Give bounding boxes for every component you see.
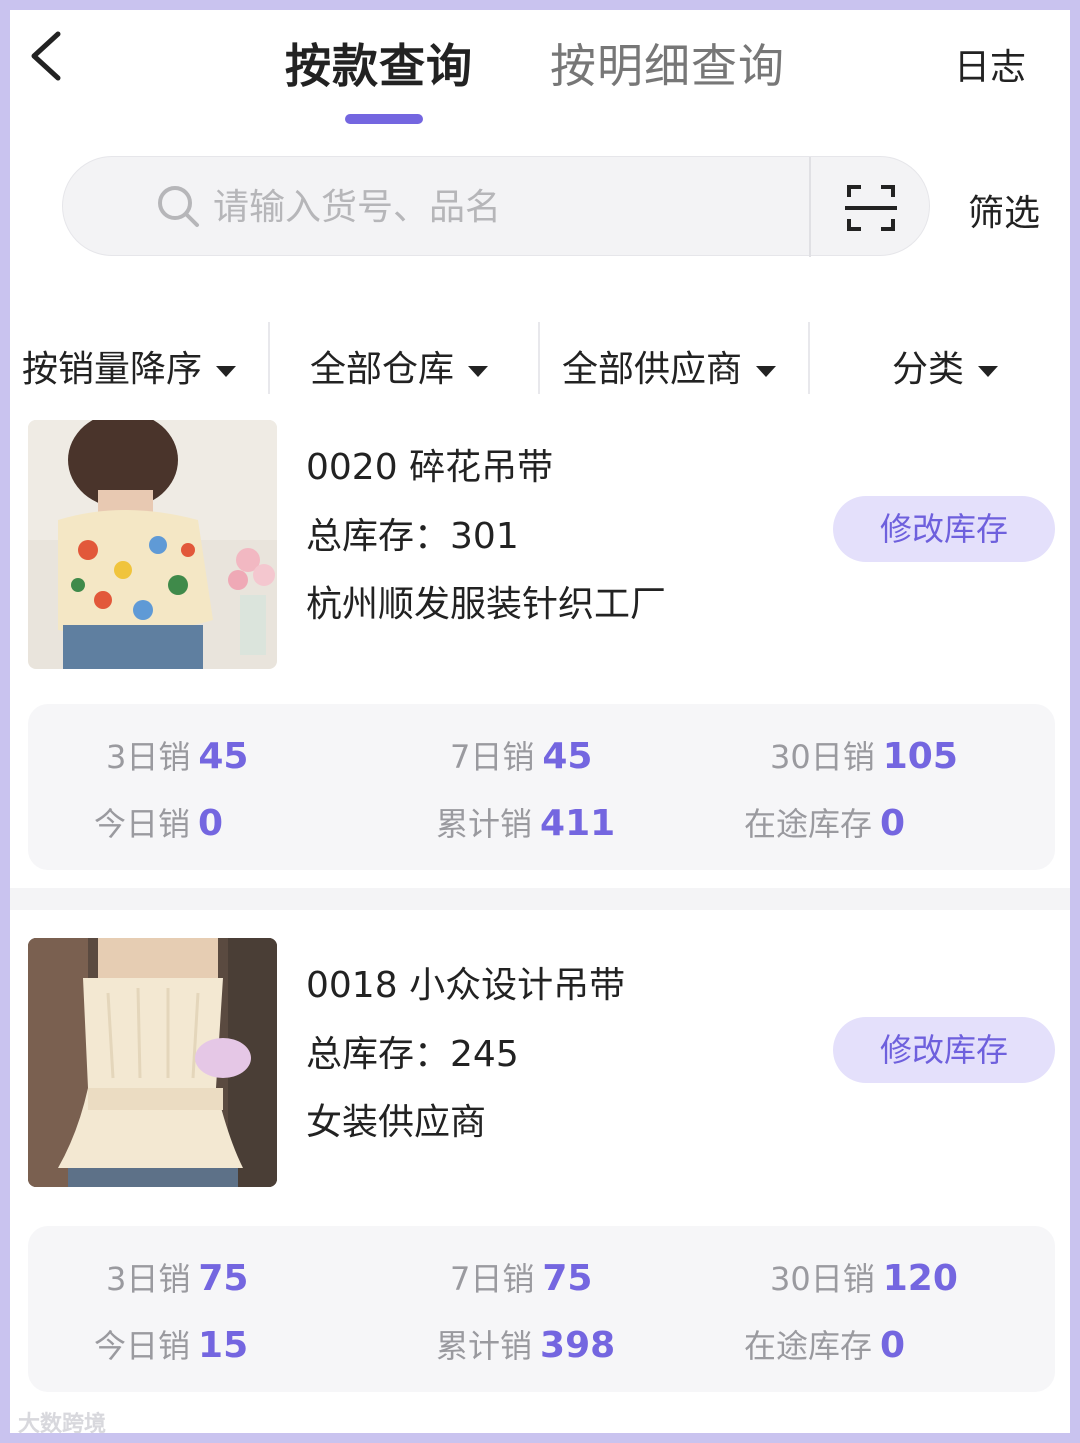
supplier-dropdown[interactable]: 全部供应商: [562, 340, 777, 392]
product-stock: 总库存：245: [306, 1025, 519, 1077]
divider: [808, 322, 810, 394]
search-input[interactable]: [213, 177, 793, 237]
product-card[interactable]: 0018 小众设计吊带 总库存：245 女装供应商 修改库存 3日销 75 7日销…: [10, 938, 1070, 1408]
sort-dropdown[interactable]: 按销量降序: [22, 340, 237, 392]
divider: [268, 322, 270, 394]
stat-7day: 7日销 75: [450, 1258, 593, 1299]
category-label: 分类: [892, 349, 965, 390]
top-nav: 按款查询 按明细查询 日志: [10, 10, 1070, 130]
stat-3day: 3日销 45: [106, 736, 249, 777]
active-tab-indicator: [345, 114, 423, 124]
caret-down-icon: [216, 365, 237, 377]
search-icon: [158, 186, 199, 227]
stat-today: 今日销 15: [94, 1325, 249, 1366]
product-image[interactable]: [28, 938, 277, 1187]
product-title: 0020 碎花吊带: [306, 438, 553, 490]
watermark: 大数跨境: [18, 1412, 107, 1433]
product-supplier: 杭州顺发服装针织工厂: [306, 584, 667, 625]
sales-stats: 3日销 45 7日销 45 30日销 105 今日销 0 累计销 411 在途库存 0: [28, 704, 1055, 870]
stat-30day: 30日销 120: [770, 1258, 958, 1299]
product-stock: 总库存：301: [306, 507, 519, 559]
caret-down-icon: [978, 365, 999, 377]
product-code: 0018: [306, 965, 398, 1006]
stock-value: 245: [450, 1034, 519, 1075]
product-title: 0018 小众设计吊带: [306, 956, 625, 1008]
log-button[interactable]: 日志: [954, 38, 1026, 90]
filter-button[interactable]: 筛选: [968, 184, 1040, 236]
sales-stats: 3日销 75 7日销 75 30日销 120 今日销 15 累计销 398 在途库存 0: [28, 1226, 1055, 1392]
search-divider: [809, 157, 811, 257]
tab-by-style[interactable]: 按款查询: [285, 30, 473, 96]
stat-in-transit: 在途库存 0: [744, 803, 906, 844]
stock-label: 总库存：: [306, 516, 451, 557]
search-bar: [62, 156, 930, 257]
scan-button[interactable]: [835, 181, 907, 235]
product-name: 碎花吊带: [409, 447, 554, 488]
card-separator: [10, 888, 1070, 910]
scan-icon: [845, 185, 897, 231]
stat-7day: 7日销 45: [450, 736, 593, 777]
category-dropdown[interactable]: 分类: [892, 340, 999, 392]
stat-total: 累计销 411: [436, 803, 616, 844]
edit-stock-button[interactable]: 修改库存: [833, 496, 1055, 562]
edit-stock-button[interactable]: 修改库存: [833, 1017, 1055, 1083]
product-supplier: 女装供应商: [306, 1102, 487, 1143]
stat-total: 累计销 398: [436, 1325, 616, 1366]
sort-label: 按销量降序: [22, 349, 203, 390]
stat-3day: 3日销 75: [106, 1258, 249, 1299]
product-code: 0020: [306, 447, 398, 488]
product-card[interactable]: 0020 碎花吊带 总库存：301 杭州顺发服装针织工厂 修改库存 3日销 45 …: [10, 420, 1070, 890]
caret-down-icon: [756, 365, 777, 377]
stock-value: 301: [450, 516, 519, 557]
app-screen: 按款查询 按明细查询 日志 筛选 按销量降序 全部仓库 全部供应商: [10, 10, 1070, 1433]
warehouse-dropdown[interactable]: 全部仓库: [310, 340, 489, 392]
product-photo-floral-top: [28, 420, 277, 669]
stock-label: 总库存：: [306, 1034, 451, 1075]
supplier-label: 全部供应商: [562, 349, 743, 390]
stat-today: 今日销 0: [94, 803, 224, 844]
back-button[interactable]: [18, 26, 78, 86]
caret-down-icon: [468, 365, 489, 377]
stat-in-transit: 在途库存 0: [744, 1325, 906, 1366]
stat-30day: 30日销 105: [770, 736, 958, 777]
tab-by-detail[interactable]: 按明细查询: [550, 30, 785, 96]
divider: [538, 322, 540, 394]
product-name: 小众设计吊带: [409, 965, 626, 1006]
sort-filter-bar: 按销量降序 全部仓库 全部供应商 分类: [10, 322, 1070, 412]
warehouse-label: 全部仓库: [310, 349, 455, 390]
product-image[interactable]: [28, 420, 277, 669]
chevron-left-icon: [31, 31, 61, 81]
product-photo-cream-top: [28, 938, 277, 1187]
